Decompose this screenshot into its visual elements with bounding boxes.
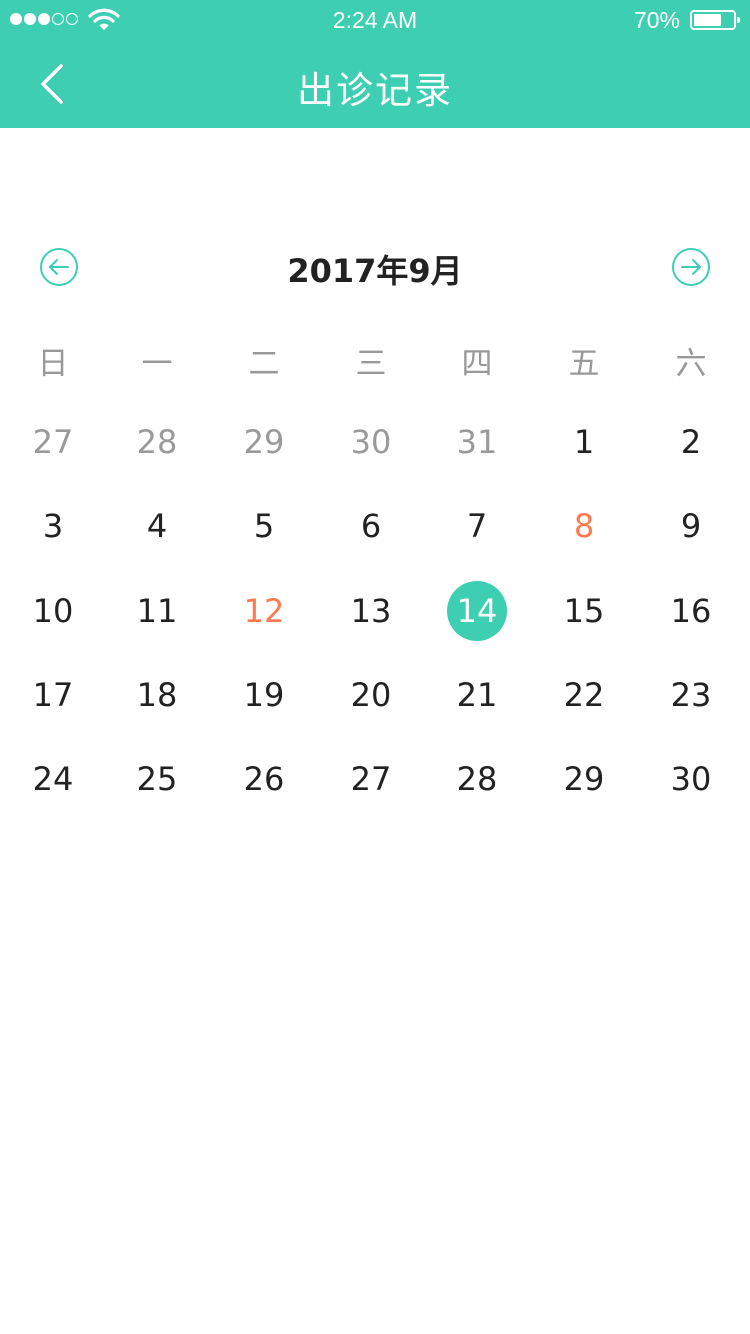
day-number: 30 [350, 423, 392, 461]
calendar-day[interactable]: 15 [531, 569, 637, 653]
day-number: 11 [136, 591, 178, 630]
app-header: 2:24 AM 70% 出诊记录 [0, 0, 750, 128]
day-number: 27 [32, 423, 74, 461]
weekday-label: 一 [141, 346, 173, 382]
day-number: 27 [350, 760, 392, 799]
day-number: 9 [680, 507, 702, 546]
day-number: 22 [563, 675, 605, 714]
calendar-day[interactable]: 30 [638, 737, 744, 821]
arrow-right-circle-icon [672, 248, 710, 286]
calendar-day[interactable]: 5 [211, 484, 317, 568]
month-title: 2017年9月 [287, 252, 463, 290]
calendar-day[interactable]: 7 [424, 484, 530, 568]
day-number: 17 [32, 675, 74, 714]
day-number: 16 [670, 591, 712, 630]
day-number: 29 [563, 760, 605, 799]
calendar-day[interactable]: 3 [0, 484, 106, 568]
status-bar: 2:24 AM 70% [0, 0, 750, 40]
day-number: 25 [136, 760, 178, 799]
day-number: 23 [670, 675, 712, 714]
calendar-day[interactable]: 8 [531, 484, 637, 568]
day-number: 18 [136, 675, 178, 714]
calendar-day[interactable]: 13 [318, 569, 424, 653]
calendar-day[interactable]: 12 [211, 569, 317, 653]
calendar-day[interactable]: 6 [318, 484, 424, 568]
day-number: 30 [670, 760, 712, 799]
calendar-header: 2017年9月 [0, 240, 750, 296]
weekday-label: 三 [355, 346, 387, 382]
calendar-day[interactable]: 27 [318, 737, 424, 821]
calendar-day[interactable]: 26 [211, 737, 317, 821]
day-number: 20 [350, 675, 392, 714]
day-number: 26 [243, 760, 285, 799]
page-title: 出诊记录 [297, 69, 453, 112]
calendar-day[interactable]: 2 [638, 400, 744, 484]
day-number: 1 [573, 423, 595, 461]
weekday-label: 二 [248, 346, 280, 382]
day-number: 12 [243, 591, 285, 630]
calendar-day[interactable]: 25 [104, 737, 210, 821]
calendar-day[interactable]: 24 [0, 737, 106, 821]
day-number: 4 [146, 507, 168, 546]
day-number: 28 [136, 423, 178, 461]
calendar-day[interactable]: 20 [318, 653, 424, 737]
calendar-day[interactable]: 1 [531, 400, 637, 484]
day-number: 8 [573, 507, 595, 546]
calendar-day[interactable]: 16 [638, 569, 744, 653]
calendar-day[interactable]: 21 [424, 653, 530, 737]
calendar-day[interactable]: 28 [104, 400, 210, 484]
calendar-day[interactable]: 9 [638, 484, 744, 568]
calendar-day[interactable]: 18 [104, 653, 210, 737]
day-number: 3 [42, 507, 64, 546]
day-number: 7 [466, 507, 488, 546]
calendar-day[interactable]: 4 [104, 484, 210, 568]
calendar-day[interactable]: 29 [211, 400, 317, 484]
day-number: 15 [563, 591, 605, 630]
weekday-label: 六 [675, 346, 707, 382]
day-number: 31 [456, 423, 498, 461]
calendar-day[interactable]: 19 [211, 653, 317, 737]
calendar-day[interactable]: 31 [424, 400, 530, 484]
calendar-day[interactable]: 17 [0, 653, 106, 737]
calendar-day[interactable]: 22 [531, 653, 637, 737]
weekday-label: 五 [568, 346, 600, 382]
day-number: 10 [32, 591, 74, 630]
calendar-day[interactable]: 10 [0, 569, 106, 653]
calendar-day[interactable]: 11 [104, 569, 210, 653]
battery-icon [690, 10, 740, 30]
calendar-day-selected[interactable]: 14 [424, 569, 530, 653]
weekday-header-row: 日一二三四五六 [0, 330, 750, 386]
weekday-label: 四 [461, 346, 493, 382]
battery-percent: 70% [633, 7, 680, 33]
next-month-button[interactable] [671, 247, 711, 287]
day-number: 24 [32, 760, 74, 799]
navigation-bar: 出诊记录 [0, 40, 750, 128]
calendar-day[interactable]: 27 [0, 400, 106, 484]
battery-fill [694, 14, 721, 26]
day-number: 13 [350, 591, 392, 630]
weekday-label: 日 [37, 346, 69, 382]
day-number: 2 [680, 423, 702, 461]
day-number: 19 [243, 675, 285, 714]
day-number: 21 [456, 675, 498, 714]
day-number: 28 [456, 760, 498, 799]
day-number: 6 [360, 507, 382, 546]
calendar-day[interactable]: 28 [424, 737, 530, 821]
day-number: 29 [243, 423, 285, 461]
day-number: 5 [253, 507, 275, 546]
battery-tip [737, 17, 740, 23]
calendar-day[interactable]: 30 [318, 400, 424, 484]
calendar-day[interactable]: 29 [531, 737, 637, 821]
day-number: 14 [456, 591, 498, 630]
calendar-day[interactable]: 23 [638, 653, 744, 737]
